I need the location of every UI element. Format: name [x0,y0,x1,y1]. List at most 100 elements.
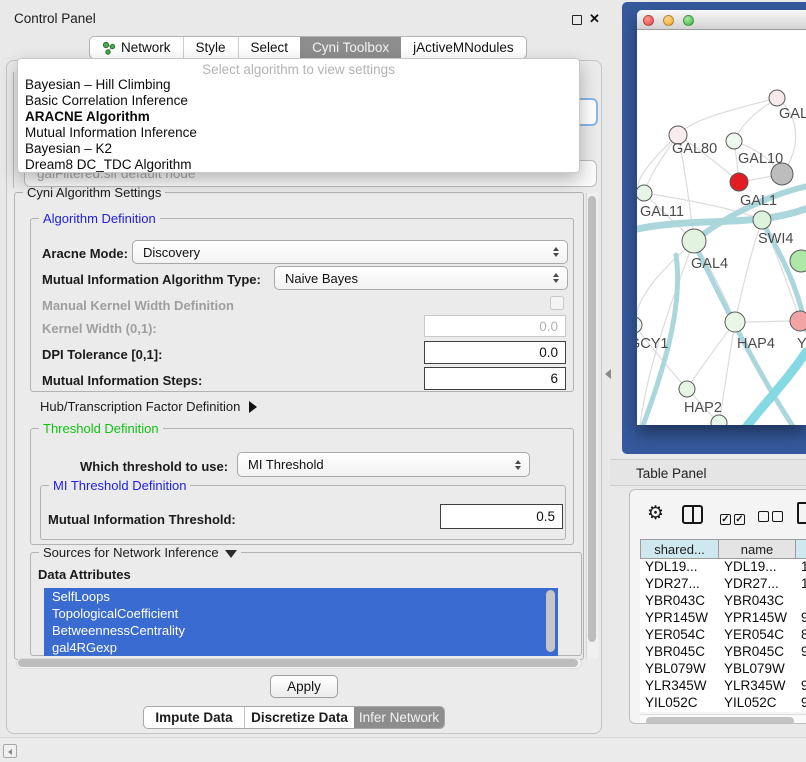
mi-threshold-field[interactable]: 0.5 [440,504,563,529]
network-node-gal11[interactable] [637,185,652,201]
network-window-titlebar[interactable] [637,10,806,30]
tab-network[interactable]: Network [90,37,183,58]
minimize-traffic-light-icon[interactable] [663,15,674,26]
network-node-gal[interactable] [769,90,785,106]
table-cell: YDR27... [719,576,796,593]
columns-icon[interactable] [682,505,703,524]
bottom-tab-discretize-data[interactable]: Discretize Data [244,707,354,728]
dpi-tolerance-field[interactable]: 0.0 [424,341,566,364]
control-panel-title: Control Panel [14,11,96,26]
attribute-item-gal4rgexp[interactable]: gal4RGexp [44,639,558,656]
table-cell: YLR345W [640,678,719,695]
mi-type-combo[interactable]: Naive Bayes [274,266,568,290]
network-node-gcy1[interactable] [637,317,642,333]
kernel-width-field[interactable]: 0.0 [424,315,566,337]
table-cell: YDL19... [719,559,796,576]
network-edge [637,325,687,389]
data-attributes-label: Data Attributes [38,567,131,582]
table-row[interactable]: YBL079WYBL079W [640,661,806,678]
table-row[interactable]: YDL19...YDL19...13 [640,559,806,576]
table-cell: YBR043C [719,593,796,610]
table-cell [796,593,806,610]
apply-button[interactable]: Apply [270,675,338,698]
algorithm-item-bayesian-k2[interactable]: Bayesian – K2 [18,141,579,157]
network-node-hap2[interactable] [679,381,695,397]
close-traffic-light-icon[interactable] [643,15,654,26]
attributes-list-scrollbar-thumb[interactable] [546,590,555,652]
collapse-down-arrow-icon[interactable] [225,550,237,558]
table-row[interactable]: YER054CYER054C8. [640,627,806,644]
network-node-gal1[interactable] [730,173,748,191]
attribute-item-topologicalcoefficient[interactable]: TopologicalCoefficient [44,605,558,622]
attribute-item-betweennesscentrality[interactable]: BetweennessCentrality [44,622,558,639]
tab-select[interactable]: Select [238,37,301,58]
tab-cyni-toolbox[interactable]: Cyni Toolbox [300,37,401,58]
status-strip [0,737,806,762]
table-row[interactable]: YBR043CYBR043C [640,593,806,610]
network-node-label: GAL80 [672,141,717,157]
mi-steps-label: Mutual Information Steps: [42,373,202,388]
gear-icon[interactable]: ⚙ [647,502,664,525]
aracne-mode-combo[interactable]: Discovery [132,240,568,264]
zoom-traffic-light-icon[interactable] [683,15,694,26]
mi-threshold-label: Mutual Information Threshold: [48,512,236,527]
algorithm-item-basic-correlation-inference[interactable]: Basic Correlation Inference [18,93,579,109]
bottom-tab-infer-network[interactable]: Infer Network [354,707,444,728]
table-row[interactable]: YBR045CYBR045C9. [640,644,806,661]
network-node-unlabeled[interactable] [790,250,806,272]
table-row[interactable]: YDR27...YDR27...12 [640,576,806,593]
column-header-shared[interactable]: shared... [640,539,719,559]
aracne-mode-label: Aracne Mode: [42,246,128,261]
tab-jactivemnodules[interactable]: jActiveMNodules [401,37,526,58]
tab-label: Select [251,40,289,55]
table-cell: YBR045C [640,644,719,661]
splitter-collapse-arrow[interactable] [605,369,611,379]
network-node-unlabeled[interactable] [726,133,742,149]
restore-panel-button[interactable] [3,744,17,758]
hub-transcription-factor-expander[interactable]: Hub/Transcription Factor Definition [40,399,257,414]
algorithm-item-bayesian-hill-climbing[interactable]: Bayesian – Hill Climbing [18,77,579,93]
table-row[interactable]: YIL052CYIL052C9. [640,695,806,712]
column-header-name[interactable]: name [719,539,796,559]
algorithm-definition-title: Algorithm Definition [39,211,160,226]
page-icon[interactable] [797,502,806,524]
mi-steps-value: 6 [550,371,558,386]
mi-steps-field[interactable]: 6 [424,367,566,390]
apply-button-label: Apply [287,679,321,694]
network-node-y[interactable] [790,311,806,331]
settings-vertical-scrollbar-thumb[interactable] [588,196,596,642]
network-node-hap4[interactable] [725,312,745,332]
dpi-tolerance-value: 0.0 [539,345,558,360]
bottom-tab-impute-data[interactable]: Impute Data [144,707,244,728]
table-horizontal-scrollbar-thumb[interactable] [646,717,794,725]
network-node-label: GAL11 [640,204,684,220]
network-node-swi4[interactable] [753,211,771,229]
algorithm-item-aracne-algorithm[interactable]: ARACNE Algorithm [18,109,579,125]
manual-kernel-checkbox[interactable] [550,296,564,310]
table-cell: YPR145W [640,610,719,627]
algorithm-item-mutual-information-inference[interactable]: Mutual Information Inference [18,125,579,141]
table-row[interactable]: YPR145WYPR145W9. [640,610,806,627]
network-node-label: GAL1 [740,193,777,209]
kernel-width-value: 0.0 [539,319,558,334]
sources-title: Sources for Network Inference [39,545,241,560]
which-threshold-combo[interactable]: MI Threshold [237,452,530,477]
aracne-mode-value: Discovery [143,245,200,260]
algorithm-item-dream8-dc-tdc-algorithm[interactable]: Dream8 DC_TDC Algorithm [18,157,579,173]
network-window: GALGAL80GAL10GAL1GAL11SWI4GAL4GCY1HAP4YH… [637,10,806,425]
table-cell: 13 [796,559,806,576]
table-row[interactable]: YLR345WYLR345W9. [640,678,806,695]
settings-horizontal-scrollbar-thumb[interactable] [18,659,578,667]
deselect-all-checkboxes-icon[interactable] [758,509,786,527]
table-horizontal-scrollbar[interactable] [640,714,806,724]
tab-style[interactable]: Style [183,37,238,58]
network-canvas[interactable]: GALGAL80GAL10GAL1GAL11SWI4GAL4GCY1HAP4YH… [637,30,806,425]
column-header-a[interactable]: A [796,539,806,559]
select-all-checkboxes-icon[interactable]: ✓✓ [720,509,748,527]
attribute-item-selfloops[interactable]: SelfLoops [44,588,558,605]
table-cell: YIL052C [640,695,719,712]
float-panel-icon[interactable] [572,15,582,25]
network-node-gal4[interactable] [682,229,706,253]
close-icon[interactable]: ✕ [589,11,600,27]
kernel-width-label: Kernel Width (0,1): [42,321,157,336]
